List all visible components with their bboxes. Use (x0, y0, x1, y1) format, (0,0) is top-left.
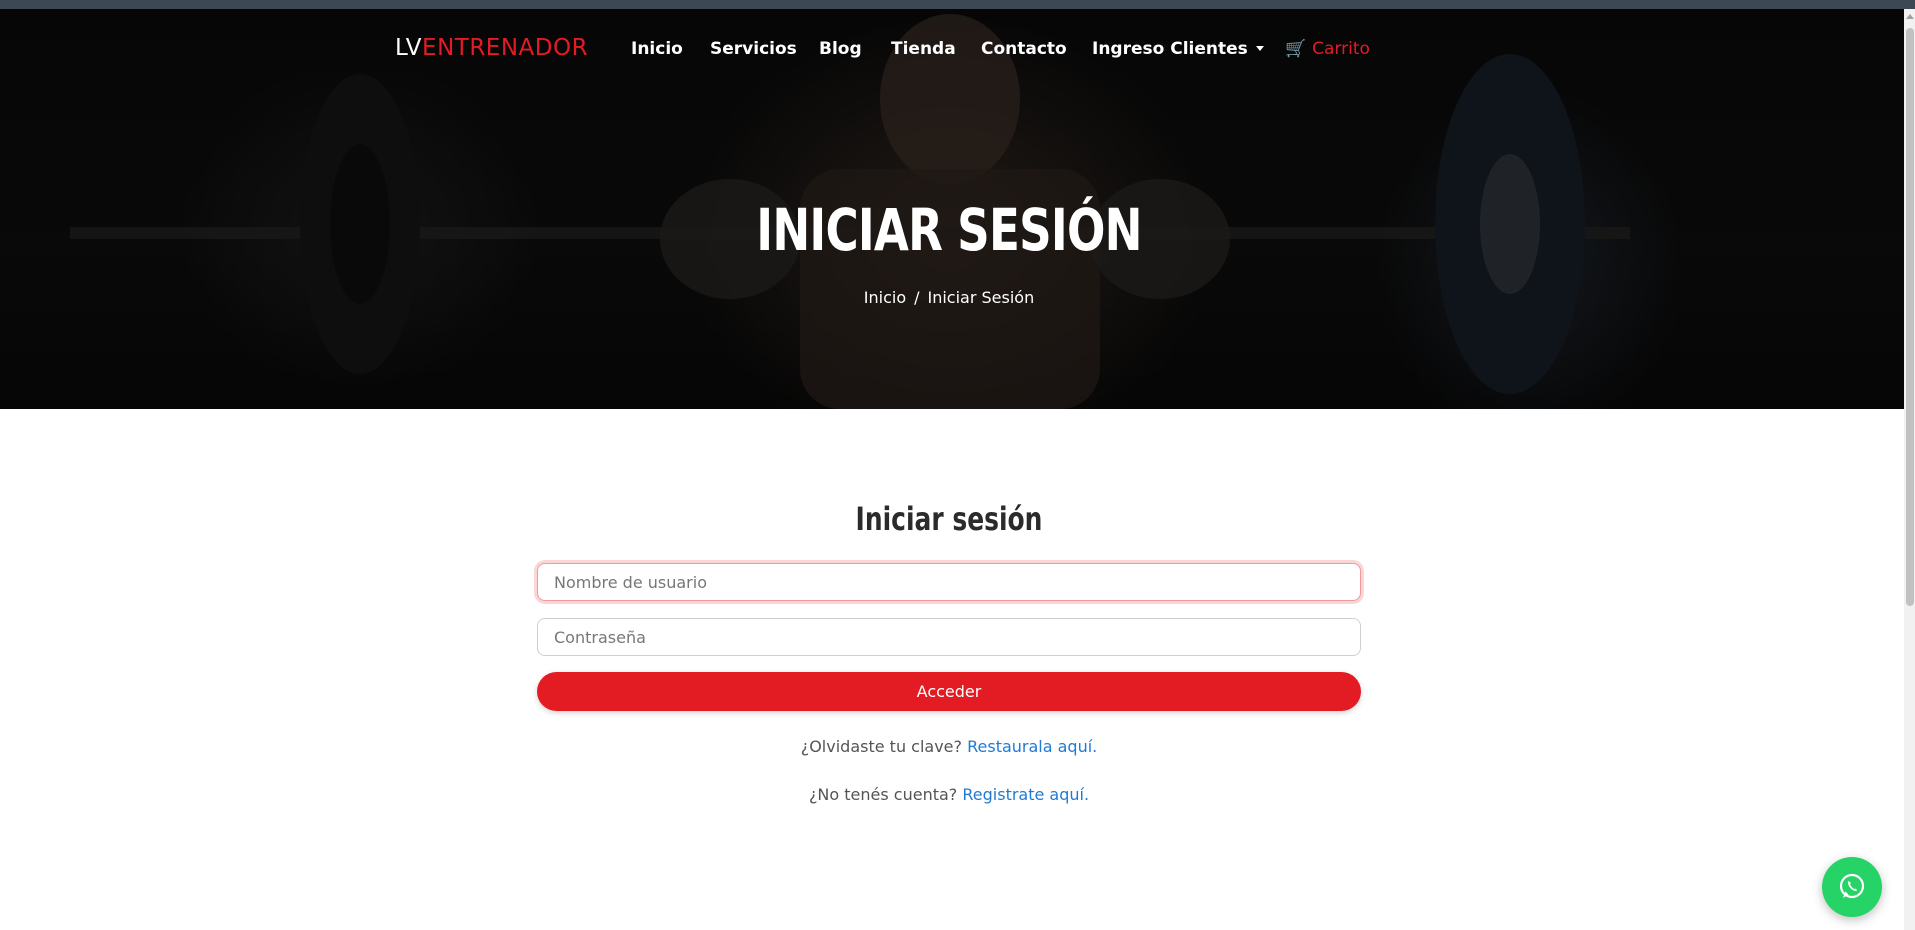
nav-item-servicios[interactable]: Servicios (710, 39, 797, 59)
cart-icon: 🛒 (1285, 39, 1307, 59)
whatsapp-icon (1839, 873, 1865, 899)
register-line: ¿No tenés cuenta? Registrate aquí. (0, 785, 1898, 804)
main-navbar: LVENTRENADOR Inicio Servicios Blog Tiend… (0, 9, 1904, 71)
register-text: ¿No tenés cuenta? (808, 785, 958, 804)
chevron-down-icon (1255, 46, 1264, 51)
page-title: INICIAR SESIÓN (756, 196, 1142, 264)
nav-item-inicio[interactable]: Inicio (631, 39, 683, 59)
scroll-up-arrow-icon[interactable] (1906, 14, 1914, 19)
breadcrumb-current: Iniciar Sesión (927, 288, 1035, 307)
nav-item-carrito[interactable]: 🛒 Carrito (1285, 39, 1370, 59)
password-input[interactable] (537, 618, 1361, 656)
nav-item-ingreso-clientes-label: Ingreso Clientes (1092, 39, 1248, 59)
register-link[interactable]: Registrate aquí. (962, 785, 1089, 804)
nav-item-blog[interactable]: Blog (819, 39, 862, 59)
brand-logo-link[interactable]: LVENTRENADOR (395, 35, 588, 61)
nav-item-ingreso-clientes[interactable]: Ingreso Clientes (1092, 39, 1264, 59)
nav-item-tienda[interactable]: Tienda (891, 39, 956, 59)
forgot-password-link[interactable]: Restaurala aquí. (967, 737, 1097, 756)
nav-item-contacto[interactable]: Contacto (981, 39, 1067, 59)
brand-part-2: ENTRENADOR (422, 35, 589, 61)
browser-top-strip (0, 0, 1915, 9)
scrollbar-thumb[interactable] (1906, 28, 1914, 606)
breadcrumb-home[interactable]: Inicio (864, 288, 906, 307)
forgot-password-text: ¿Olvidaste tu clave? (800, 737, 963, 756)
forgot-password-line: ¿Olvidaste tu clave? Restaurala aquí. (0, 737, 1898, 756)
brand-part-1: LV (395, 35, 423, 61)
login-title: Iniciar sesión (855, 500, 1043, 538)
login-submit-button[interactable]: Acceder (537, 672, 1361, 711)
breadcrumb: Inicio / Iniciar Sesión (0, 288, 1898, 307)
whatsapp-button[interactable] (1822, 857, 1882, 917)
cart-label: Carrito (1312, 39, 1370, 59)
username-input[interactable] (537, 563, 1361, 601)
breadcrumb-separator: / (914, 288, 920, 307)
